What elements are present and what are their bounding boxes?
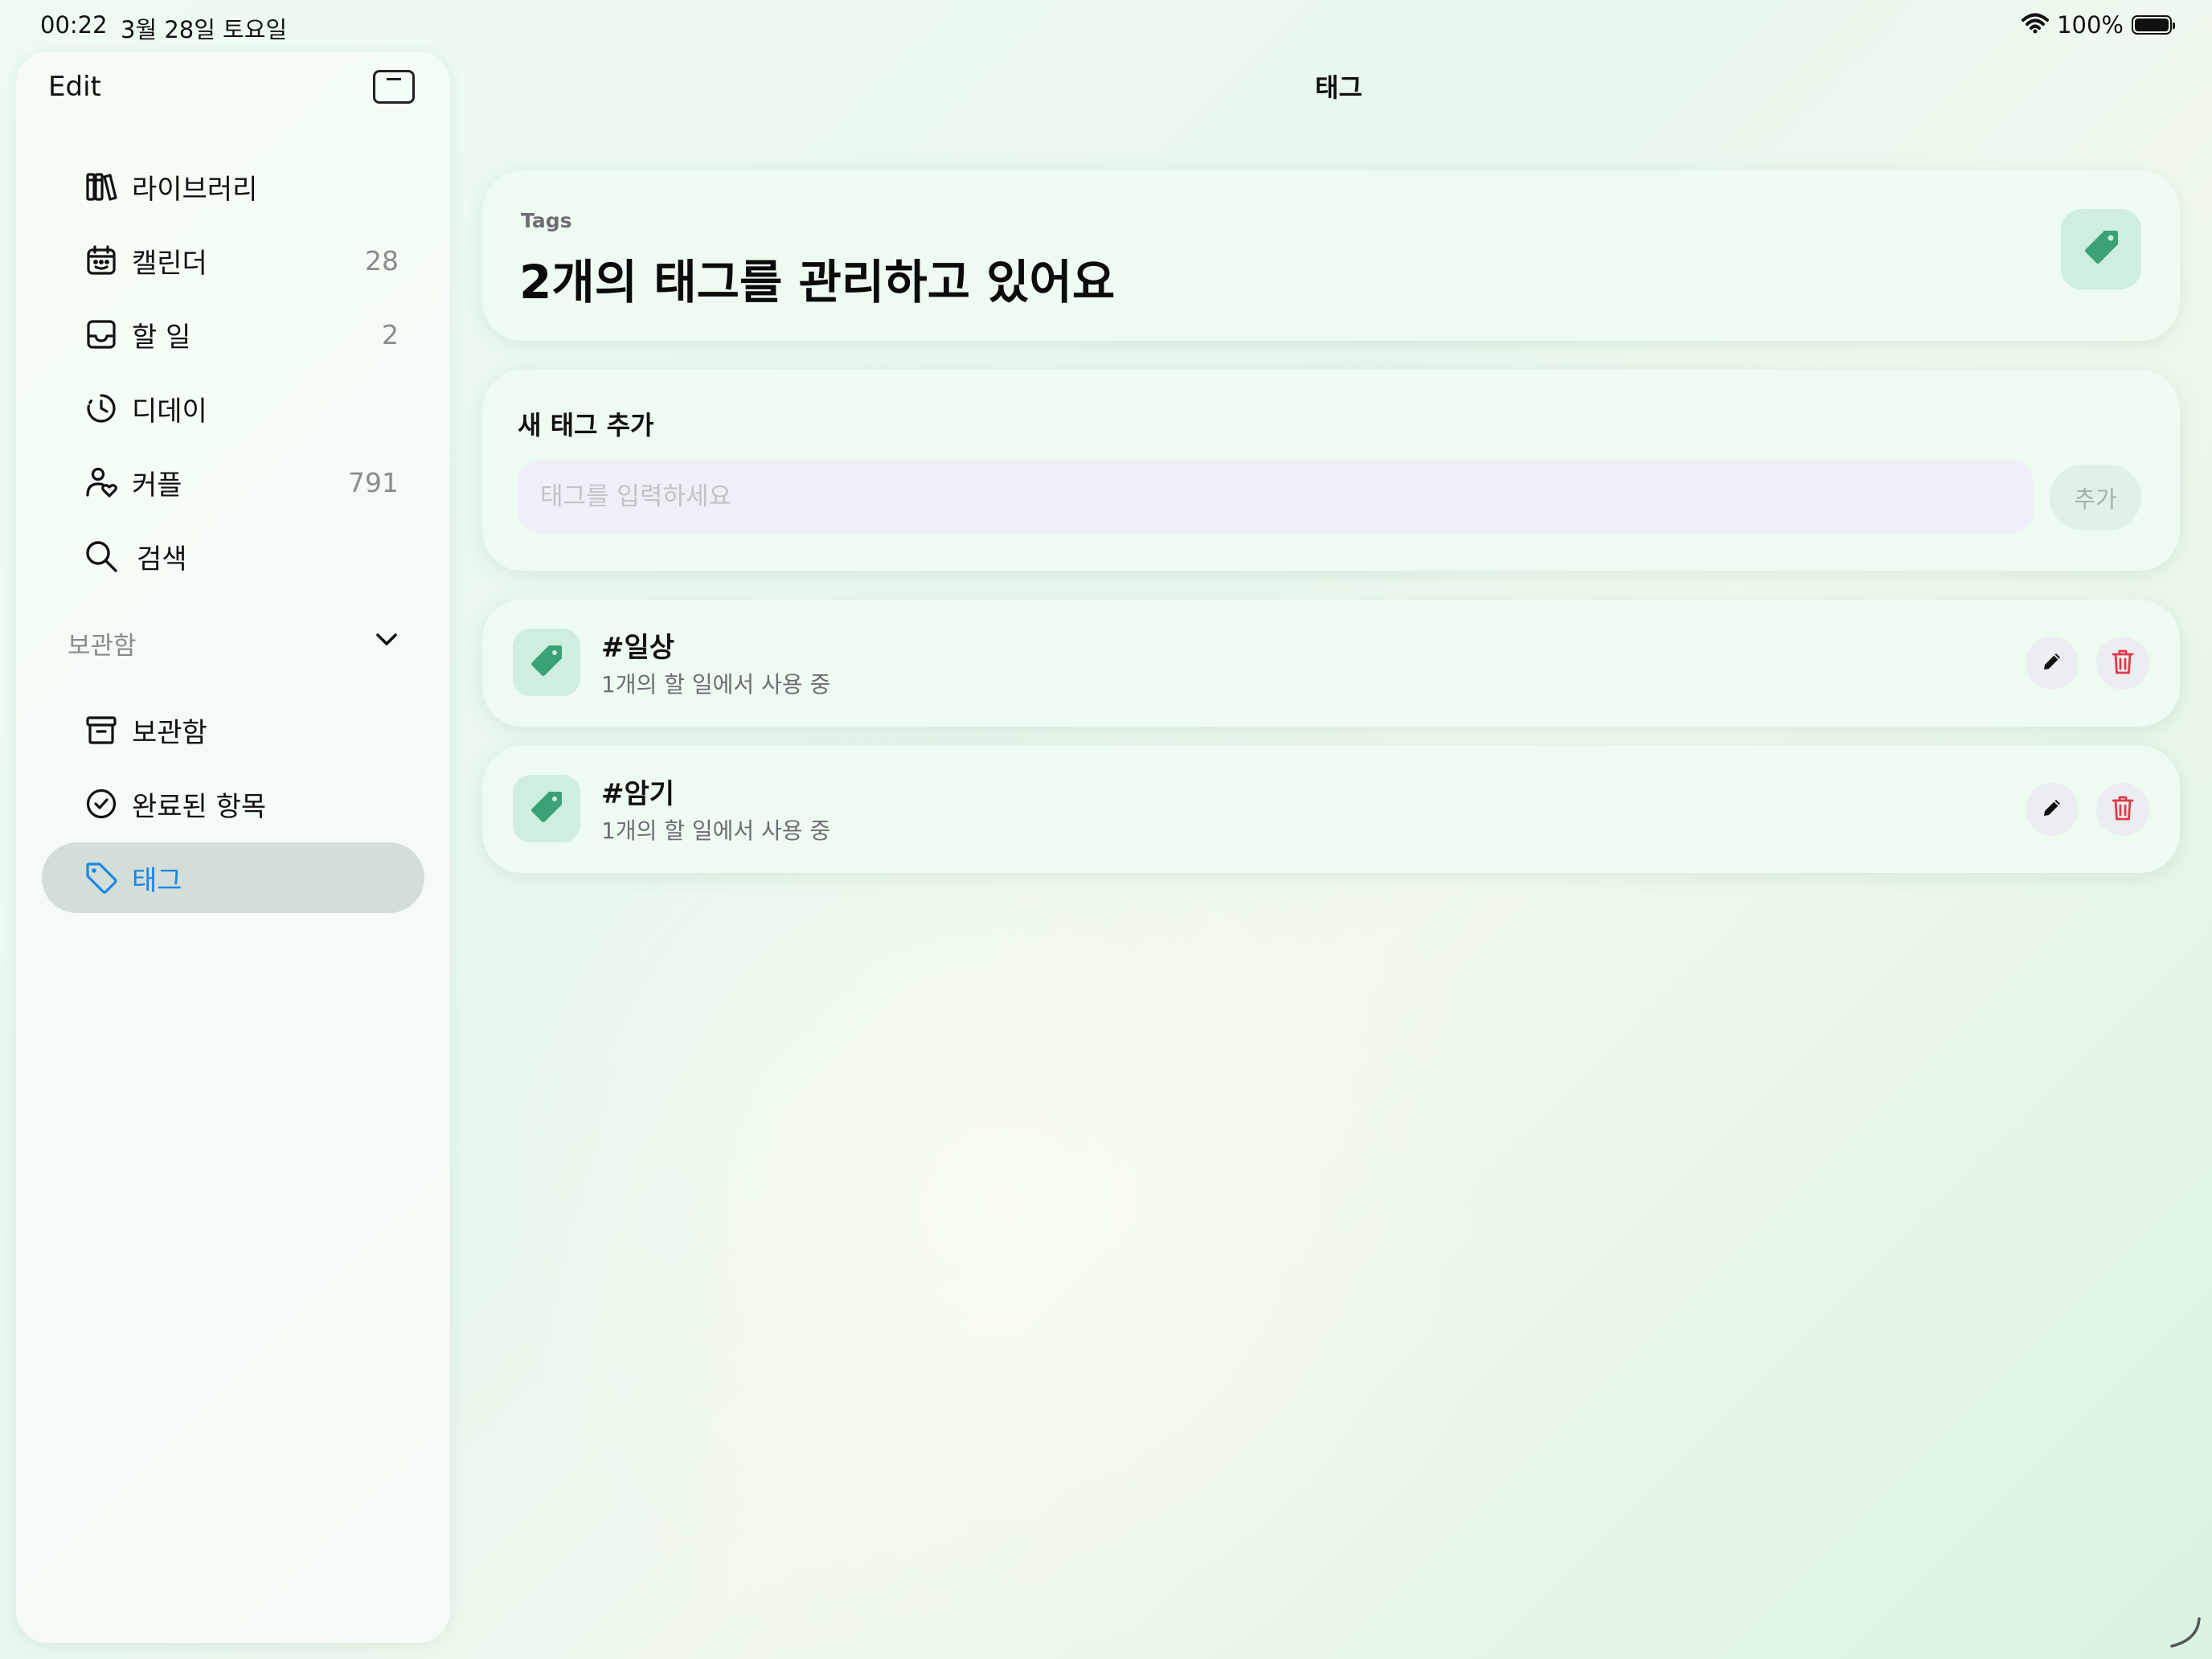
wifi-icon: [2022, 13, 2050, 37]
archive-icon: [84, 712, 119, 748]
sidebar-item-label: 캘린더: [132, 247, 207, 280]
sidebar-item-count: 28: [365, 244, 399, 276]
tag-icon: [84, 860, 119, 895]
sidebar-item-calendar[interactable]: 캘린더 28: [42, 225, 424, 296]
sidebar-item-label: 할 일: [132, 321, 191, 354]
person-heart-icon: [84, 465, 119, 500]
sidebar-item-search[interactable]: 검색: [42, 521, 424, 592]
sidebar-item-dday[interactable]: 디데이: [42, 373, 424, 444]
battery-percentage: 100%: [2057, 11, 2124, 39]
sidebar-item-label: 커플: [132, 469, 182, 502]
chevron-down-icon[interactable]: [375, 630, 399, 651]
battery-icon: [2132, 15, 2175, 35]
add-tag-button[interactable]: 추가: [2050, 465, 2141, 530]
delete-tag-button[interactable]: [2096, 783, 2149, 836]
summary-eyebrow: Tags: [521, 209, 572, 232]
tags-summary-card: Tags 2개의 태그를 관리하고 있어요: [482, 170, 2180, 341]
sidebar-item-archive[interactable]: 보관함: [42, 694, 424, 765]
status-bar: 00:22 3월 28일 토요일 100%: [0, 0, 2212, 51]
tag-row[interactable]: #일상 1개의 할 일에서 사용 중: [482, 600, 2180, 727]
tag-icon-box: [513, 775, 580, 842]
add-tag-title: 새 태그 추가: [518, 410, 654, 440]
sidebar-item-count: 2: [382, 318, 399, 350]
sidebar-item-label: 보관함: [132, 716, 207, 749]
trash-icon: [2111, 794, 2135, 825]
tag-filled-icon: [528, 642, 565, 682]
page-title: 태그: [1315, 72, 1362, 103]
tag-icon-box: [513, 629, 580, 696]
pencil-icon: [2040, 649, 2064, 677]
tag-usage: 1개의 할 일에서 사용 중: [601, 817, 831, 844]
sidebar-item-label: 완료된 항목: [132, 790, 267, 823]
sidebar-item-couple[interactable]: 커플 791: [42, 447, 424, 518]
trash-icon: [2111, 648, 2135, 678]
inbox-icon: [84, 317, 119, 352]
tag-input[interactable]: [518, 460, 2034, 534]
edit-tag-button[interactable]: [2026, 637, 2079, 690]
tag-filled-icon: [528, 789, 565, 829]
pencil-icon: [2040, 796, 2064, 823]
tag-name: #일상: [601, 632, 675, 664]
sidebar-item-library[interactable]: 라이브러리: [42, 151, 424, 222]
search-icon: [84, 539, 119, 574]
status-date: 3월 28일 토요일: [121, 16, 288, 43]
tag-badge: [2061, 209, 2141, 289]
summary-title: 2개의 태그를 관리하고 있어요: [519, 255, 1116, 309]
tag-usage: 1개의 할 일에서 사용 중: [601, 671, 831, 698]
tag-row[interactable]: #암기 1개의 할 일에서 사용 중: [482, 746, 2180, 873]
sidebar-item-tags[interactable]: 태그: [42, 842, 424, 913]
sidebar-toggle-icon[interactable]: [373, 70, 415, 104]
checkmark-circle-icon: [84, 786, 119, 821]
sidebar-item-completed[interactable]: 완료된 항목: [42, 768, 424, 839]
status-time: 00:22: [40, 11, 108, 39]
delete-tag-button[interactable]: [2096, 637, 2149, 690]
sidebar-item-count: 791: [348, 466, 399, 498]
edit-button[interactable]: Edit: [48, 71, 101, 103]
sidebar: Edit 라이브러리 캘린더 28 할 일 2 디데이 커플 791 검색 보관…: [16, 51, 450, 1643]
clock-icon: [84, 391, 119, 426]
window-resize-handle-icon[interactable]: [2167, 1614, 2202, 1653]
tag-name: #암기: [601, 778, 675, 810]
tag-filled-icon: [2080, 227, 2122, 272]
sidebar-item-label: 디데이: [132, 395, 207, 428]
sidebar-item-label: 검색: [137, 543, 187, 576]
edit-tag-button[interactable]: [2026, 783, 2079, 836]
sidebar-item-todo[interactable]: 할 일 2: [42, 299, 424, 370]
sidebar-item-label: 태그: [132, 864, 182, 897]
sidebar-item-label: 라이브러리: [132, 173, 258, 206]
add-tag-card: 새 태그 추가 추가: [482, 370, 2180, 571]
battery-fill: [2135, 18, 2169, 31]
section-header-archive[interactable]: 보관함: [68, 625, 137, 662]
status-indicators: 100%: [2022, 11, 2175, 39]
calendar-icon: [84, 243, 119, 278]
books-icon: [84, 169, 119, 204]
